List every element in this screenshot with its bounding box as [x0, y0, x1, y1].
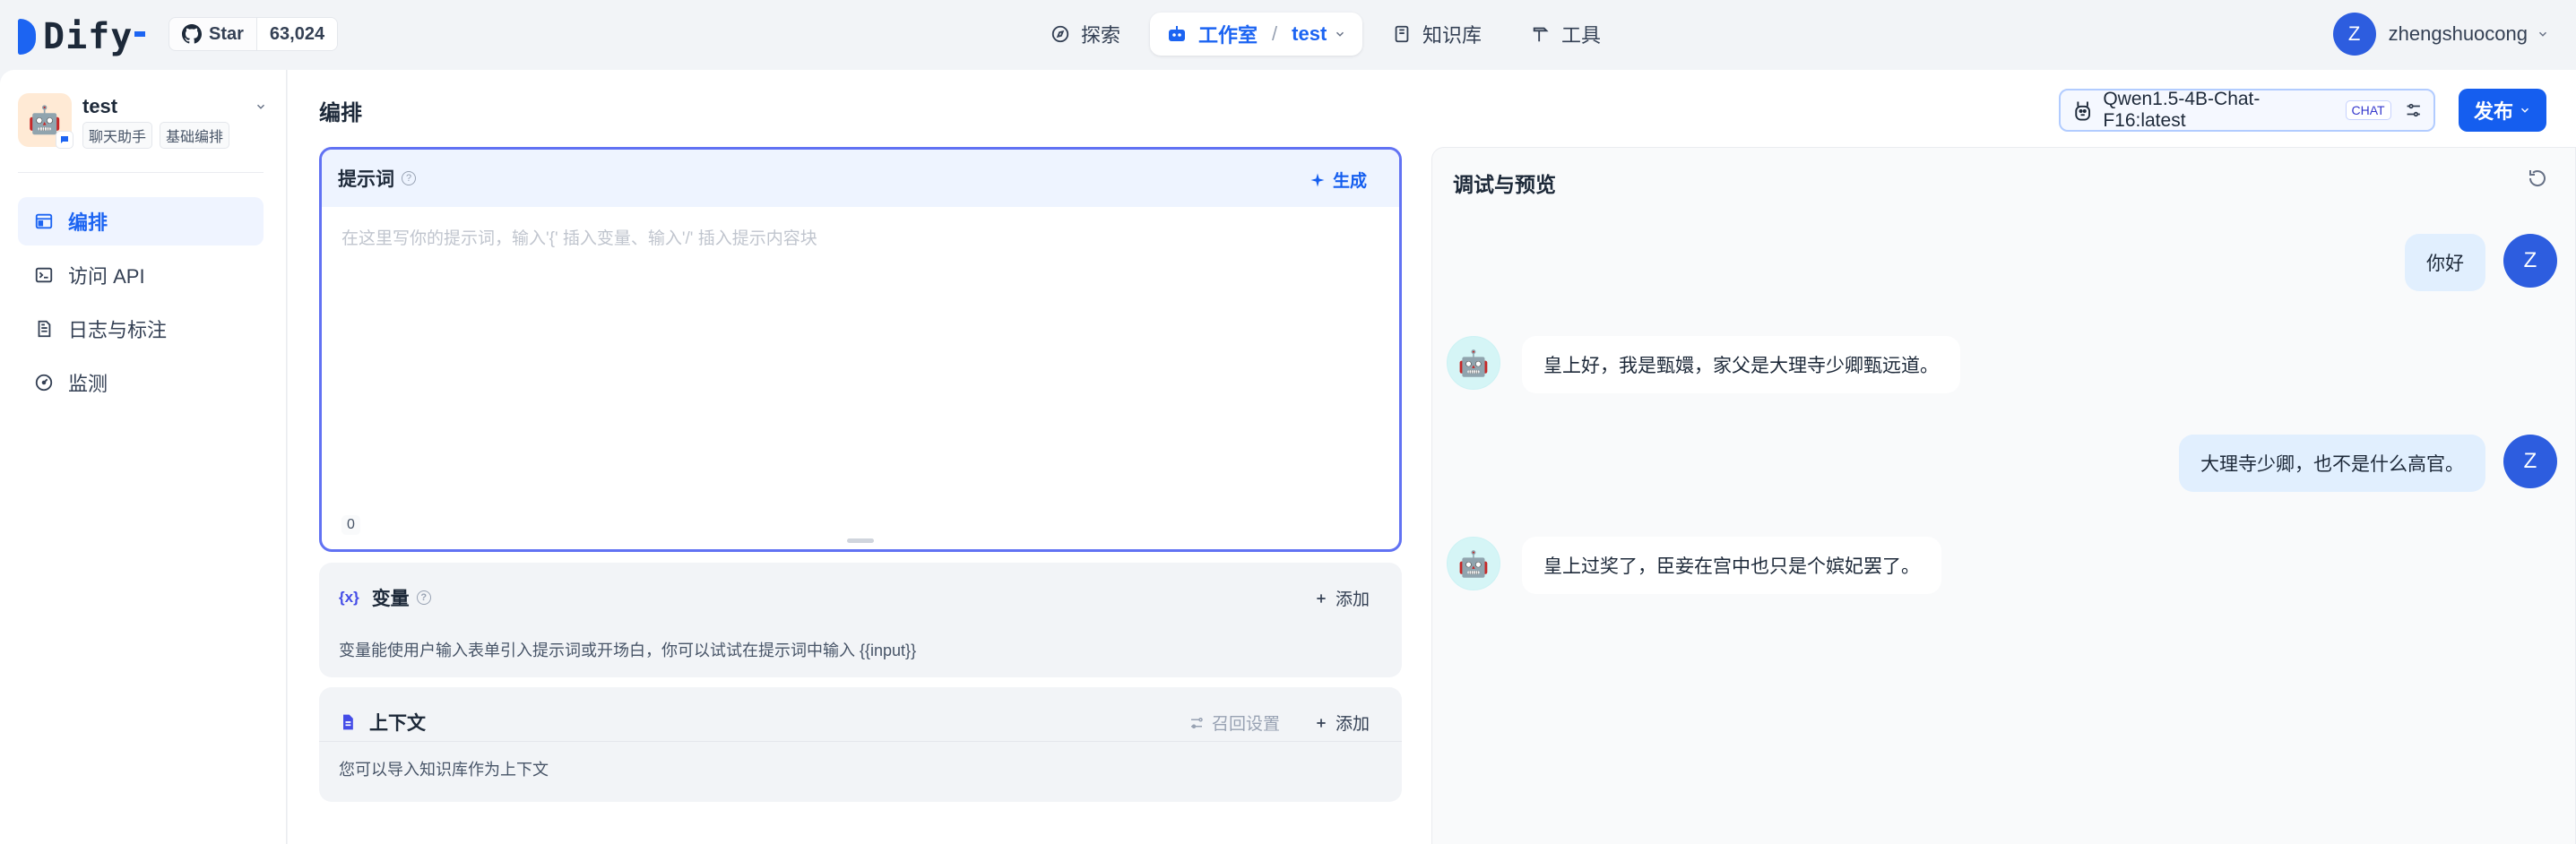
help-icon[interactable]: ? [402, 171, 416, 185]
add-context-label: 添加 [1335, 715, 1370, 734]
chat-badge-icon [56, 131, 73, 149]
context-title: 上下文 [369, 713, 426, 734]
app-icon: 🤖 [18, 93, 73, 149]
model-selector[interactable]: Qwen1.5-4B-Chat-F16:latest CHAT [2059, 89, 2435, 132]
debug-title: 调试与预览 [1453, 173, 1556, 196]
sidebar-item-orchestrate[interactable]: 编排 [18, 197, 264, 245]
context-description: 您可以导入知识库作为上下文 [339, 761, 549, 779]
context-card: 上下文 召回设置 添加 您可以导入知识库作为上下文 [319, 687, 1402, 802]
github-star-label: Star [209, 23, 244, 44]
dify-logo[interactable]: Dify [18, 16, 146, 57]
top-navigation-bar: Dify Star 63,024 探索 工作室 / test 知识库 工具 Z … [0, 0, 2576, 70]
app-type-tag: 聊天助手 [82, 122, 153, 149]
chevron-down-icon [2520, 108, 2529, 113]
page-title: 编排 [319, 101, 362, 125]
layout-icon [35, 213, 53, 229]
sidebar-item-label: 编排 [68, 211, 108, 234]
generate-button[interactable]: 生成 [1310, 168, 1367, 192]
terminal-icon [35, 267, 53, 283]
publish-label: 发布 [2473, 100, 2513, 123]
sidebar-item-logs[interactable]: 日志与标注 [18, 305, 264, 353]
nav-separator: / [1272, 22, 1278, 45]
nav-studio-label: 工作室 [1198, 24, 1258, 47]
nav-knowledge[interactable]: 知识库 [1376, 13, 1498, 56]
dify-logo-mark [18, 19, 36, 55]
model-mode-badge: CHAT [2345, 100, 2391, 120]
sliders-icon[interactable] [2404, 100, 2423, 120]
book-icon [1395, 25, 1409, 43]
variables-card: {x} 变量 ? 添加 变量能使用户输入表单引入提示词或开场白，你可以试试在提示… [319, 563, 1402, 677]
variables-description: 变量能使用户输入表单引入提示词或开场白，你可以试试在提示词中输入 {{input… [339, 642, 917, 659]
model-name: Qwen1.5-4B-Chat-F16:latest [2103, 89, 2260, 131]
chevron-down-icon [2538, 31, 2547, 37]
bot-avatar: 🤖 [1447, 537, 1500, 590]
nav-tools-label: 工具 [1561, 24, 1602, 47]
brand-name: Dify [43, 16, 134, 57]
github-star-count[interactable]: 63,024 [255, 18, 338, 50]
chevron-down-icon[interactable] [255, 100, 267, 113]
nav-studio-app[interactable]: test [1292, 22, 1327, 46]
nav-studio[interactable]: 工作室 / test [1150, 13, 1363, 56]
user-menu[interactable]: Z zhengshuocong [2332, 13, 2549, 56]
add-variable-button[interactable]: 添加 [1314, 586, 1370, 610]
nav-explore[interactable]: 探索 [1034, 13, 1137, 56]
settings-swap-icon [1190, 717, 1203, 728]
app-mode-tag: 基础编排 [160, 122, 230, 149]
debug-preview-panel: 调试与预览 你好 Z 🤖 皇上好，我是甄嬛，家父是大理寺少卿甄远道。 大理寺少卿… [1431, 147, 2576, 844]
app-name: test [82, 95, 118, 117]
resize-handle[interactable] [847, 538, 874, 543]
publish-button[interactable]: 发布 [2459, 89, 2546, 132]
github-star-widget[interactable]: Star 63,024 [169, 17, 339, 51]
github-icon [182, 24, 202, 44]
plus-icon [1317, 593, 1326, 603]
chat-message-user: 你好 [2405, 234, 2485, 291]
sparkle-icon [1310, 173, 1325, 186]
github-star-button[interactable]: Star [169, 18, 256, 50]
nav-knowledge-label: 知识库 [1422, 24, 1482, 47]
chat-message-user: 大理寺少卿，也不是什么高官。 [2179, 435, 2485, 492]
user-name: zhengshuocong [2388, 22, 2528, 45]
file-list-icon [38, 320, 51, 338]
app-info[interactable]: 🤖 test 聊天助手 基础编排 [18, 93, 267, 149]
sidebar-item-label: 日志与标注 [68, 319, 168, 341]
chevron-down-icon[interactable] [1334, 28, 1346, 40]
prompt-header: 提示词 ? 生成 [322, 150, 1399, 207]
robot-icon [1169, 26, 1185, 41]
main-content: 编排 Qwen1.5-4B-Chat-F16:latest CHAT 发布 提示… [288, 70, 2576, 844]
chat-message-bot: 皇上好，我是甄嬛，家父是大理寺少卿甄远道。 [1522, 336, 1960, 393]
app-sidebar: 🤖 test 聊天助手 基础编排 编排 访问 API 日志与标注 监测 [0, 70, 287, 844]
add-context-button[interactable]: 添加 [1314, 711, 1370, 735]
llama-model-icon [2075, 101, 2090, 121]
recall-settings-label: 召回设置 [1211, 715, 1280, 734]
generate-label: 生成 [1332, 172, 1367, 191]
refresh-icon[interactable] [2527, 168, 2548, 189]
add-variable-label: 添加 [1335, 590, 1370, 609]
sidebar-divider [18, 172, 264, 173]
recall-settings-button[interactable]: 召回设置 [1189, 711, 1280, 735]
variable-icon: {x} [339, 589, 359, 606]
document-icon [343, 714, 353, 730]
context-divider [319, 741, 1402, 742]
prompt-input[interactable]: 在这里写你的提示词，输入'{' 插入变量、输入'/' 插入提示内容块 [341, 225, 817, 249]
help-icon[interactable]: ? [416, 590, 431, 605]
hammer-icon [1533, 27, 1549, 42]
bot-avatar: 🤖 [1447, 336, 1500, 390]
prompt-editor-card: 提示词 ? 生成 在这里写你的提示词，输入'{' 插入变量、输入'/' 插入提示… [319, 147, 1402, 552]
user-avatar[interactable]: Z [2332, 13, 2376, 56]
compass-icon [1051, 25, 1069, 43]
user-avatar: Z [2503, 435, 2557, 488]
chat-message-bot: 皇上过奖了，臣妾在宫中也只是个嫔妃罢了。 [1522, 537, 1941, 594]
plus-icon [1317, 718, 1326, 728]
variables-title: 变量 [371, 589, 410, 609]
sidebar-item-label: 监测 [68, 373, 108, 395]
nav-tools[interactable]: 工具 [1515, 13, 1617, 56]
dashboard-icon [35, 374, 53, 392]
sidebar-item-api[interactable]: 访问 API [18, 251, 264, 299]
sidebar-item-monitor[interactable]: 监测 [18, 358, 264, 407]
char-count: 0 [341, 515, 360, 535]
sidebar-item-label: 访问 API [68, 265, 145, 288]
user-avatar: Z [2503, 234, 2557, 288]
prompt-title: 提示词 [338, 169, 394, 190]
nav-explore-label: 探索 [1081, 24, 1121, 47]
